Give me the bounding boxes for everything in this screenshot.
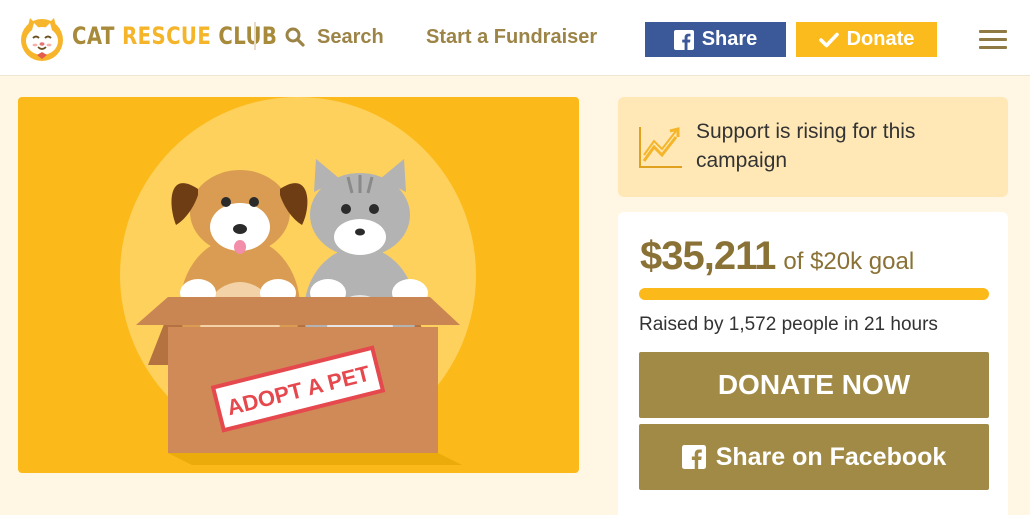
site-header: CAT RESCUE CLUB Search Start a Fundraise… bbox=[0, 0, 1030, 76]
hero-illustration: ADOPT A PET bbox=[18, 97, 579, 473]
brand-word-rescue: RESCUE bbox=[122, 22, 212, 50]
progress-bar bbox=[639, 288, 989, 300]
search-icon bbox=[285, 27, 305, 47]
amount-raised: $35,211 of $20k goal bbox=[640, 234, 914, 279]
support-text: Support is rising for this campaign bbox=[696, 120, 916, 172]
puppy-kitten-box-illustration: ADOPT A PET bbox=[120, 97, 476, 465]
share-on-facebook-label: Share on Facebook bbox=[715, 442, 947, 471]
donate-label: Donate bbox=[846, 28, 915, 50]
trending-up-icon bbox=[639, 127, 682, 168]
cat-logo-icon[interactable] bbox=[18, 14, 66, 62]
amount-value: $35,211 bbox=[640, 234, 776, 278]
donate-now-label: DONATE NOW bbox=[717, 369, 911, 400]
donate-button[interactable]: Donate bbox=[796, 22, 937, 57]
header-divider bbox=[254, 22, 256, 50]
brand-word-club: CLUB bbox=[211, 22, 278, 50]
start-fundraiser-link[interactable]: Start a Fundraiser bbox=[426, 24, 597, 50]
raised-by-text: Raised by 1,572 people in 21 hours bbox=[639, 314, 938, 335]
brand-name[interactable]: CAT RESCUE CLUB bbox=[72, 22, 277, 50]
donate-now-button[interactable]: DONATE NOW bbox=[639, 352, 989, 418]
check-icon bbox=[818, 32, 839, 47]
share-button[interactable]: Share bbox=[645, 22, 786, 57]
facebook-icon bbox=[681, 445, 706, 469]
hamburger-icon[interactable] bbox=[979, 30, 1007, 50]
search-link[interactable]: Search bbox=[285, 24, 384, 50]
share-on-facebook-button[interactable]: Share on Facebook bbox=[639, 424, 989, 490]
support-rising-banner: Support is rising for this campaign bbox=[618, 97, 1008, 197]
campaign-card: $35,211 of $20k goal Raised by 1,572 peo… bbox=[618, 212, 1008, 515]
facebook-icon bbox=[673, 29, 694, 50]
search-label: Search bbox=[317, 25, 384, 48]
share-label: Share bbox=[701, 28, 758, 50]
goal-text: of $20k goal bbox=[783, 248, 915, 275]
brand-word-cat: CAT bbox=[72, 22, 123, 50]
